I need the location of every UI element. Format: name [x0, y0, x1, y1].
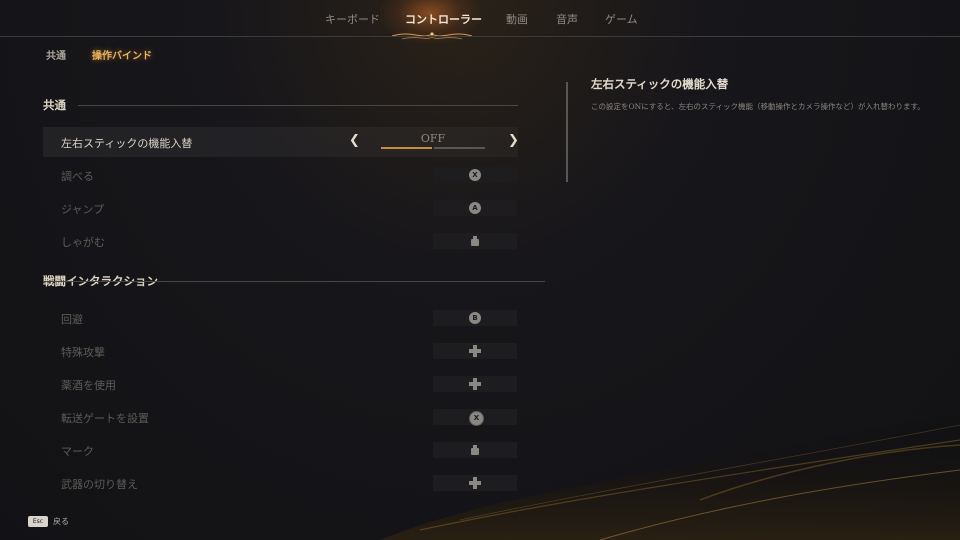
option-value: OFF: [420, 132, 446, 145]
right-stick-click-icon: [471, 445, 479, 455]
active-tab-ornament-icon: [392, 32, 472, 40]
option-row-swap-sticks[interactable]: 左右スティックの機能入替 ❮ OFF ❯: [43, 127, 519, 157]
option-indicator-inactive: [434, 147, 485, 149]
binding-slot[interactable]: A: [433, 200, 517, 216]
binding-row-dodge[interactable]: 回避 B: [43, 303, 518, 333]
dpad-icon: [469, 345, 481, 357]
section-divider: [78, 105, 518, 106]
tab-controller[interactable]: コントローラー: [405, 11, 482, 27]
scrollbar[interactable]: [566, 82, 568, 182]
row-label: しゃがむ: [61, 236, 105, 249]
row-label: 調べる: [61, 170, 94, 183]
top-divider: [0, 36, 960, 37]
row-label: 特殊攻撃: [61, 346, 105, 359]
binding-row-mark[interactable]: マーク: [43, 435, 518, 465]
chevron-left-icon[interactable]: ❮: [349, 133, 360, 148]
dpad-icon: [469, 378, 481, 390]
a-button-icon: A: [469, 202, 481, 214]
option-indicator-active: [381, 147, 432, 149]
binding-row-special-attack[interactable]: 特殊攻撃: [43, 336, 518, 366]
section-title-common: 共通: [43, 98, 66, 112]
binding-row-use-elixir[interactable]: 薬酒を使用: [43, 369, 518, 399]
binding-slot[interactable]: B: [433, 310, 517, 326]
esc-key-icon[interactable]: Esc: [28, 516, 48, 527]
binding-slot[interactable]: X: [433, 167, 517, 183]
row-label: ジャンプ: [61, 203, 105, 216]
back-label: 戻る: [53, 517, 69, 526]
row-label: 転送ゲートを設置: [61, 412, 149, 425]
dpad-icon: [469, 477, 481, 489]
description-title: 左右スティックの機能入替: [591, 77, 729, 91]
left-stick-click-icon: [471, 236, 479, 246]
row-label: マーク: [61, 445, 94, 458]
binding-slot[interactable]: [433, 233, 517, 249]
binding-row-switch-weapon[interactable]: 武器の切り替え: [43, 468, 518, 498]
binding-row-place-gate[interactable]: 転送ゲートを設置 X: [43, 402, 518, 432]
chevron-right-icon[interactable]: ❯: [508, 133, 519, 148]
tab-audio[interactable]: 音声: [556, 11, 578, 27]
x-button-icon: X: [469, 169, 481, 181]
x-button-icon: X: [469, 411, 484, 426]
binding-slot[interactable]: [433, 376, 517, 392]
top-tab-bar: キーボード コントローラー 動画 音声 ゲーム: [0, 0, 960, 44]
binding-slot[interactable]: [433, 343, 517, 359]
tab-video[interactable]: 動画: [506, 11, 528, 27]
row-label: 薬酒を使用: [61, 379, 116, 392]
b-button-icon: B: [469, 312, 481, 324]
binding-row-crouch[interactable]: しゃがむ: [43, 226, 518, 256]
binding-slot[interactable]: [433, 475, 517, 491]
row-label: 左右スティックの機能入替: [61, 137, 193, 150]
section-divider: [43, 281, 545, 282]
binding-row-inspect[interactable]: 調べる X: [43, 160, 518, 190]
description-body: この設定をONにすると、左右のスティック機能（移動操作とカメラ操作など）が入れ替…: [591, 102, 925, 111]
binding-slot[interactable]: X: [433, 409, 517, 426]
binding-slot[interactable]: [433, 442, 517, 458]
subtab-common[interactable]: 共通: [46, 47, 66, 62]
tab-game[interactable]: ゲーム: [605, 11, 638, 27]
tab-keyboard[interactable]: キーボード: [325, 11, 380, 27]
row-label: 回避: [61, 313, 83, 326]
subtab-bindings[interactable]: 操作バインド: [92, 47, 152, 62]
binding-row-jump[interactable]: ジャンプ A: [43, 193, 518, 223]
row-label: 武器の切り替え: [61, 478, 138, 491]
